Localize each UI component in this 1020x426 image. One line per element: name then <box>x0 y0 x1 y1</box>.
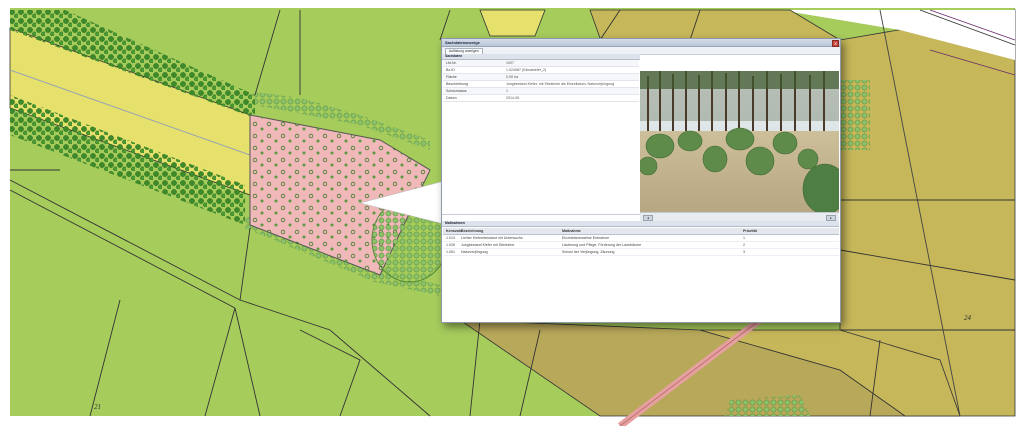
table-cell: 1 <box>743 236 745 240</box>
table-cell: 1.051 <box>446 250 455 254</box>
attribute-value: 2014-05 <box>506 96 520 100</box>
parcel-yellow-top[interactable] <box>479 9 546 37</box>
attribute-table: Lfd.Nr. 1007 Bz.ID 1.024587 (Klimakiefer_2… <box>443 60 639 102</box>
measures-table: Kennzahl Bezeichnung Maßnahme Priorität … <box>443 228 839 256</box>
attribute-row: Schutzstatus 1 <box>443 88 639 95</box>
table-cell: 2 <box>743 243 745 247</box>
attribute-value: Jungbestand Kiefer, mit Stieleiche als E… <box>506 82 615 86</box>
table-cell: 3 <box>743 250 745 254</box>
map-label-b: 24 <box>964 314 971 322</box>
close-icon[interactable]: ✕ <box>832 40 839 47</box>
tree-cluster-east <box>840 80 870 150</box>
table-row[interactable]: 1.051 Naturverjüngung Schutz der Verjüng… <box>443 249 839 256</box>
attribute-row: Lfd.Nr. 1007 <box>443 60 639 67</box>
attribute-value: 1.024587 (Klimakiefer_2) <box>506 68 547 72</box>
attribute-row: Datum 2014-05 <box>443 95 639 102</box>
attribute-value: 0,95 ha <box>506 75 518 79</box>
attribute-key: Datum <box>446 96 457 100</box>
measures-header-row: Kennzahl Bezeichnung Maßnahme Priorität <box>443 228 839 235</box>
map-label-a: 21 <box>94 403 101 411</box>
table-cell: 1.013 <box>446 236 455 240</box>
measures-heading: Maßnahmen <box>442 221 839 227</box>
attribute-key: Schutzstatus <box>446 89 467 93</box>
table-cell: Schutz der Verjüngung, Zäunung <box>562 250 615 254</box>
table-cell: 1.026 <box>446 243 455 247</box>
panel-divider <box>442 214 640 215</box>
attribute-value: 1007 <box>506 61 514 65</box>
column-header[interactable]: Maßnahme <box>562 228 743 234</box>
table-row[interactable]: 1.013 Lichter Kiefernbestand mit Unterwu… <box>443 235 839 242</box>
attribute-key: Lfd.Nr. <box>446 61 457 65</box>
attribute-row: Fläche 0,95 ha <box>443 74 639 81</box>
attribute-value: 1 <box>506 89 508 93</box>
table-row[interactable]: 1.026 Jungbestand Kiefer mit Stieleiche … <box>443 242 839 249</box>
window-title: Sachdatenanzeige <box>445 40 480 45</box>
table-cell: Naturverjüngung <box>461 250 488 254</box>
table-cell: Lichter Kiefernbestand mit Unterwuchs <box>461 236 523 240</box>
attribute-key: Beschreibung <box>446 82 468 86</box>
table-cell: Jungbestand Kiefer mit Stieleiche <box>461 243 515 247</box>
photo-navigation: ◄ ► <box>640 212 839 221</box>
attribute-key: Bz.ID <box>446 68 455 72</box>
attribute-key: Fläche <box>446 75 457 79</box>
table-cell: Läuterung und Pflege, Förderung der Laub… <box>562 243 642 247</box>
attribute-row: Bz.ID 1.024587 (Klimakiefer_2) <box>443 67 639 74</box>
attribute-row: Beschreibung Jungbestand Kiefer, mit Stie… <box>443 81 639 88</box>
table-cell: Einzelstammweise Entnahme <box>562 236 610 240</box>
stand-photo <box>640 71 839 212</box>
column-header[interactable]: Priorität <box>743 228 803 234</box>
column-header[interactable]: Bezeichnung <box>461 228 562 234</box>
column-header[interactable]: Kennzahl <box>443 228 462 234</box>
info-window[interactable]: Sachdatenanzeige ✕ Auflistung anzeigen S… <box>441 38 841 323</box>
window-titlebar[interactable]: Sachdatenanzeige ✕ <box>442 39 840 47</box>
